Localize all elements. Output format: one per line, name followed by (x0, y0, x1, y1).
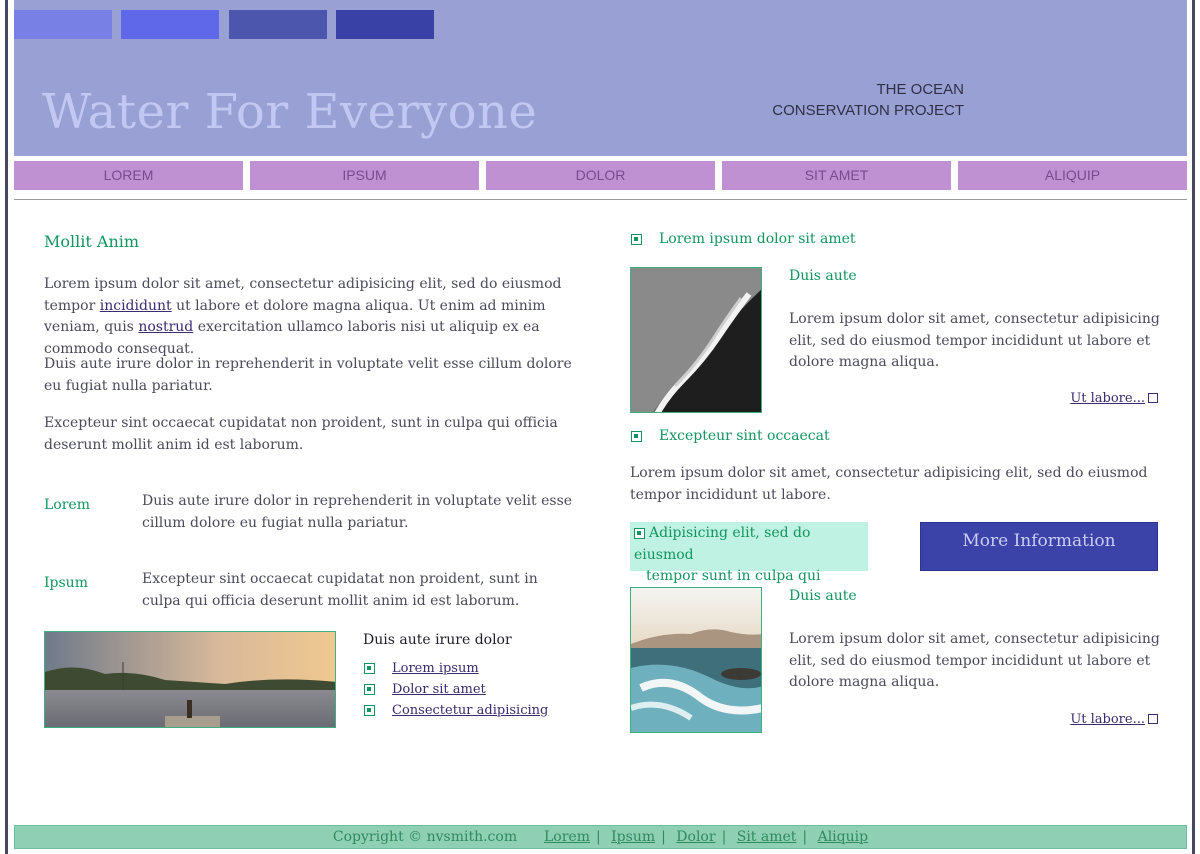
footer-link-dolor[interactable]: Dolor (676, 829, 715, 845)
main-nav: LOREM IPSUM DOLOR SIT AMET ALIQUIP (14, 161, 1187, 190)
item-heading: Lorem ipsum dolor sit amet (631, 231, 856, 247)
external-box-icon (1148, 714, 1158, 724)
tagline-line-1: THE OCEAN (876, 81, 964, 98)
lake-photo-image (45, 632, 335, 727)
item-text-wide: Lorem ipsum dolor sit amet, consectetur … (630, 465, 1148, 503)
paragraph-2: Duis aute irure dolor in reprehenderit i… (44, 356, 572, 394)
section-heading: Mollit Anim (44, 232, 140, 251)
consectetur-adipisicing-link[interactable]: Consectetur adipisicing (392, 703, 548, 718)
link-item: Dolor sit amet (364, 682, 486, 697)
bullet-square-icon (364, 663, 375, 674)
read-more-link: Ut labore... (1040, 391, 1158, 406)
ut-labore-link[interactable]: Ut labore... (1070, 712, 1145, 727)
site-header: Water For Everyone THE OCEAN CONSERVATIO… (14, 0, 1187, 156)
intro-paragraph: Lorem ipsum dolor sit amet, consectetur … (44, 274, 579, 360)
definition-desc: Excepteur sint occaecat cupidatat non pr… (142, 571, 538, 609)
read-more-link: Ut labore... (1040, 712, 1158, 727)
definition-term: Lorem (44, 497, 90, 513)
more-information-button[interactable]: More Information (920, 522, 1158, 571)
lake-photo (44, 631, 336, 728)
color-swatch-3 (229, 10, 327, 39)
color-swatch-4 (336, 10, 434, 39)
callout-box: Adipisicing elit, sed do eiusmod tempor … (630, 522, 868, 606)
color-swatch-2 (121, 10, 219, 39)
links-title: Duis aute irure dolor (363, 632, 512, 648)
copyright-text: Copyright © nvsmith.com (332, 829, 518, 845)
ut-labore-link[interactable]: Ut labore... (1070, 391, 1145, 406)
bullet-square-icon (634, 527, 645, 539)
link-item: Consectetur adipisicing (364, 703, 548, 718)
nostrud-link[interactable]: nostrud (138, 319, 193, 335)
site-tagline: THE OCEAN CONSERVATION PROJECT (744, 79, 964, 121)
color-swatch-1 (14, 10, 112, 39)
paragraph-3: Excepteur sint occaecat cupidatat non pr… (44, 415, 558, 453)
footer-link-aliquip[interactable]: Aliquip (818, 829, 868, 845)
beach-photo-image (631, 268, 761, 412)
black-sand-beach-photo (630, 267, 762, 413)
definition-desc: Duis aute irure dolor in reprehenderit i… (142, 493, 573, 531)
site-title: Water For Everyone (42, 84, 538, 140)
dolor-sit-amet-link[interactable]: Dolor sit amet (392, 682, 486, 697)
site-footer: Copyright © nvsmith.com Lorem | Ipsum | Do… (14, 825, 1187, 849)
item-heading-text: Excepteur sint occaecat (659, 428, 830, 444)
item-heading-text: Lorem ipsum dolor sit amet (659, 231, 856, 247)
item-text: Lorem ipsum dolor sit amet, consectetur … (789, 311, 1160, 370)
footer-link-sit-amet[interactable]: Sit amet (737, 829, 797, 845)
bullet-square-icon (631, 430, 642, 442)
header-divider (14, 199, 1187, 200)
tagline-line-2: CONSERVATION PROJECT (772, 102, 964, 119)
definition-term: Ipsum (44, 575, 88, 591)
bullet-square-icon (364, 705, 375, 716)
callout-line-1: Adipisicing elit, sed do eiusmod (634, 525, 811, 563)
item-subheading: Duis aute (789, 588, 857, 604)
item-heading: Excepteur sint occaecat (631, 428, 830, 444)
item-text: Lorem ipsum dolor sit amet, consectetur … (789, 631, 1160, 690)
nav-item-dolor[interactable]: DOLOR (486, 161, 715, 190)
nav-item-aliquip[interactable]: ALIQUIP (958, 161, 1187, 190)
footer-link-ipsum[interactable]: Ipsum (611, 829, 655, 845)
item-subheading: Duis aute (789, 268, 857, 284)
nav-item-sit-amet[interactable]: SIT AMET (722, 161, 951, 190)
footer-link-lorem[interactable]: Lorem (544, 829, 590, 845)
nav-item-ipsum[interactable]: IPSUM (250, 161, 479, 190)
nav-item-lorem[interactable]: LOREM (14, 161, 243, 190)
wave-photo-image (631, 588, 761, 732)
incididunt-link[interactable]: incididunt (100, 298, 172, 314)
external-box-icon (1148, 393, 1158, 403)
link-item: Lorem ipsum (364, 661, 479, 676)
ocean-wave-photo (630, 587, 762, 733)
lorem-ipsum-link[interactable]: Lorem ipsum (392, 661, 479, 676)
bullet-square-icon (631, 233, 642, 245)
bullet-square-icon (364, 684, 375, 695)
